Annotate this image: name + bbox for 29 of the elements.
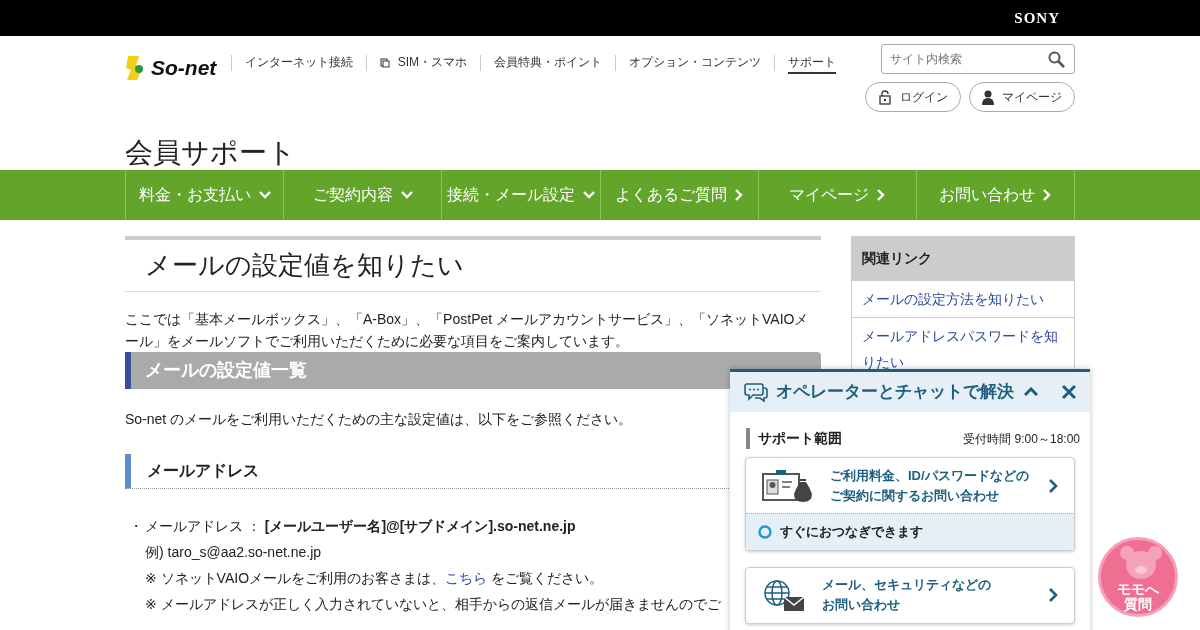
- card-text: ご利用料金、ID/パスワードなどの ご契約に関するお問い合わせ: [830, 466, 1029, 505]
- address-format: メールアドレス ： [メールユーザー名]@[サブドメイン].so-net.ne.jp: [145, 516, 577, 536]
- search-field[interactable]: サイト内検索: [881, 44, 1075, 74]
- range-label: サポート範囲: [746, 428, 842, 449]
- nav-link[interactable]: インターネット接続: [244, 52, 353, 74]
- site-logo[interactable]: So-net: [125, 52, 217, 84]
- nav-link[interactable]: サポート: [788, 52, 836, 74]
- nav-link[interactable]: SIM・スマホ: [379, 52, 467, 74]
- status-text: すぐにおつなぎできます: [780, 523, 923, 541]
- hours-text: 受付時間 9:00～18:00: [963, 430, 1080, 448]
- note-text: ※ ソネットVAIOメールをご利用のお客さまは、こちら をご覧ください。: [145, 568, 604, 588]
- nav-link[interactable]: 会員特典・ポイント: [494, 52, 602, 74]
- sidebar-title: 関連リンク: [851, 235, 1075, 281]
- header-button[interactable]: マイページ: [969, 82, 1075, 112]
- inquiry-card[interactable]: ご利用料金、ID/パスワードなどの ご契約に関するお問い合わせ すぐにおつなぎできます: [745, 457, 1075, 551]
- inquiry-card[interactable]: メール、セキュリティなどの お問い合わせ: [745, 566, 1075, 624]
- bullet: ・: [128, 516, 144, 536]
- card-text: メール、セキュリティなどの お問い合わせ: [822, 576, 991, 614]
- here-link[interactable]: こちら: [445, 569, 488, 586]
- nav-link[interactable]: オプション・コンテンツ: [629, 52, 761, 74]
- page-section-title: 会員サポート: [125, 136, 297, 170]
- intro-paragraph: ここでは「基本メールボックス」、「A-Box」、「PostPet メールアカウントサービス」、「ソネットVAIOメール」をメールソフトでご利用いただくために必要な項目をご案内しています。: [125, 309, 810, 351]
- sidebar-link[interactable]: メールの設定方法を知りたい: [851, 280, 1075, 318]
- brand-logo[interactable]: SONY: [1014, 6, 1060, 30]
- header-button[interactable]: ログイン: [865, 82, 961, 112]
- example-text: 例) taro_s@aa2.so-net.ne.jp: [145, 542, 323, 562]
- article-title: メールの設定値を知りたい: [125, 235, 821, 292]
- lead-paragraph: So-net のメールをご利用いただくための主な設定値は、以下をご参照ください。: [125, 409, 634, 429]
- note-text: ※ メールアドレスが正しく入力されていないと、相手からの返信メールが届きませんのでご: [145, 594, 721, 614]
